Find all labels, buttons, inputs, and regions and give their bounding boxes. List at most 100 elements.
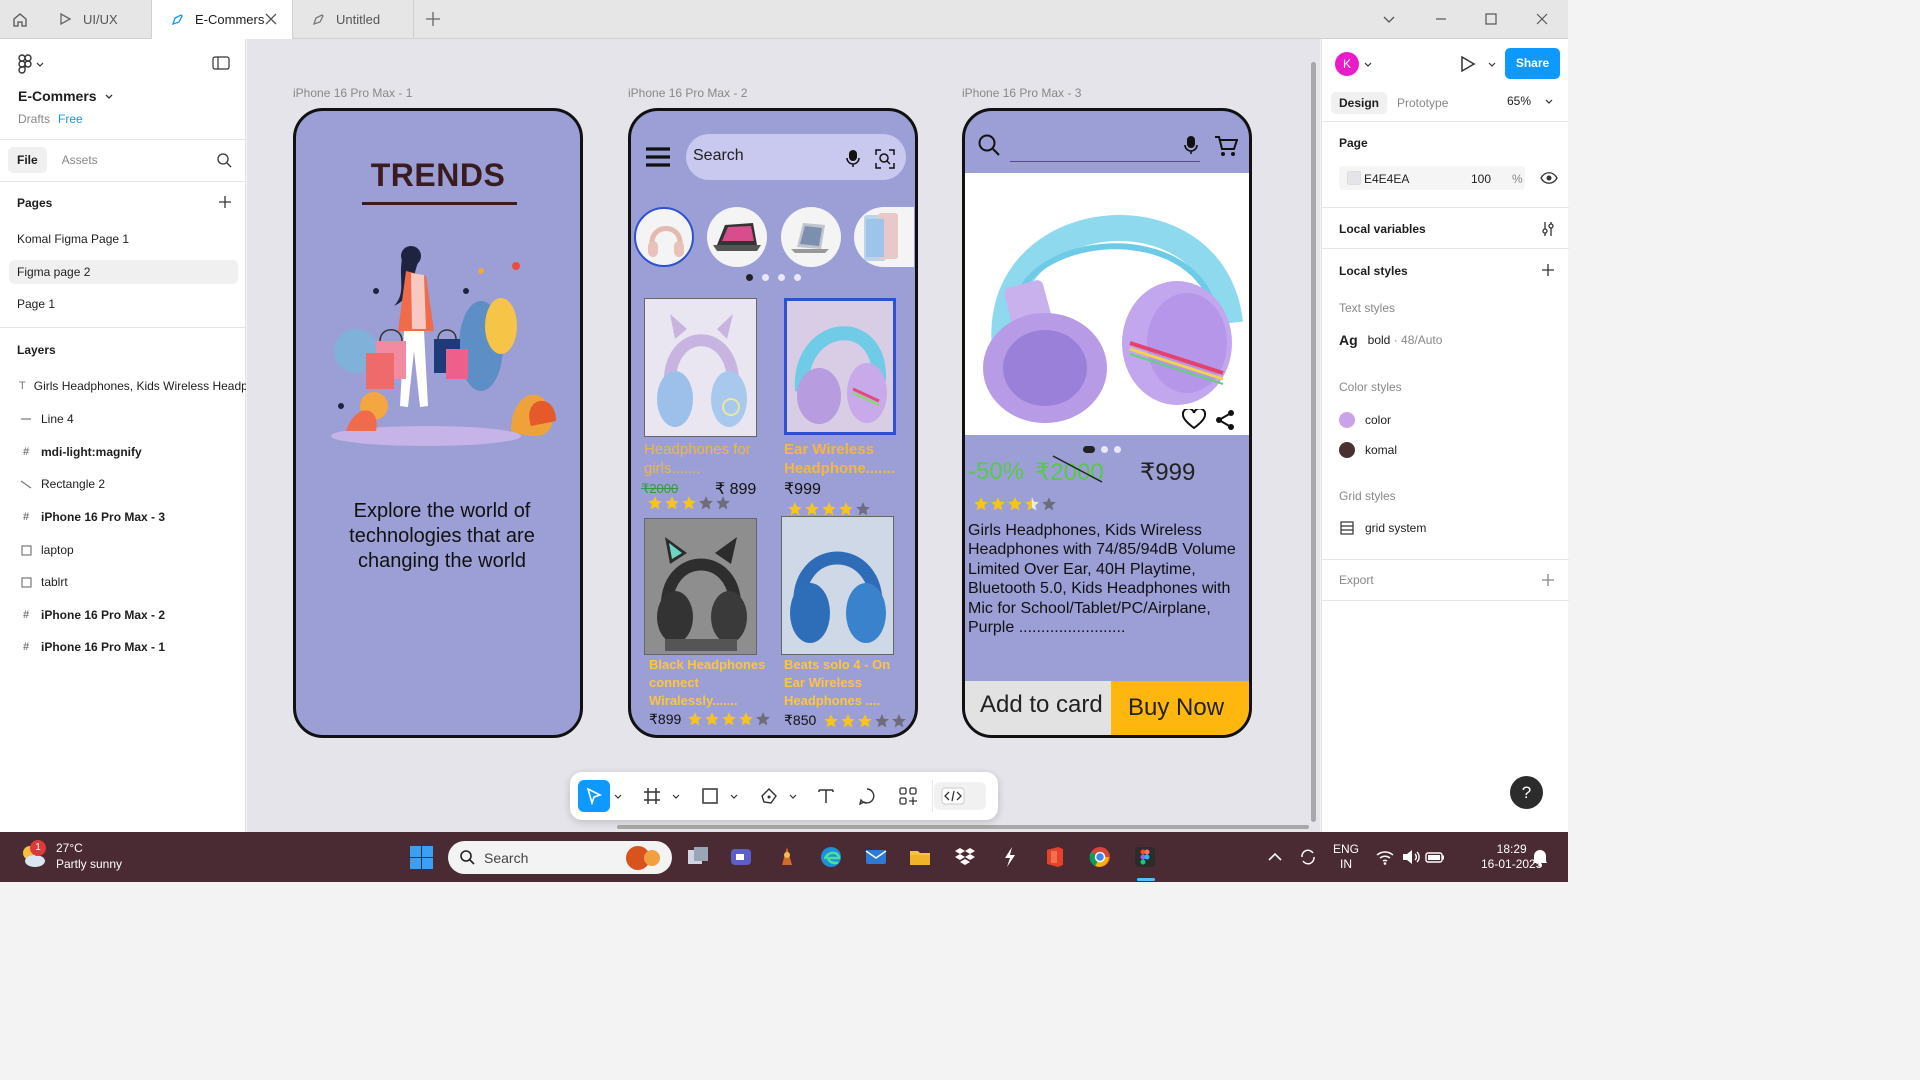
tab-ecommers[interactable]: E-Commers <box>152 0 293 39</box>
present-play-icon[interactable] <box>1460 55 1476 73</box>
sync-icon[interactable] <box>1298 847 1318 867</box>
office-icon[interactable] <box>1043 845 1067 869</box>
taskbar-search[interactable]: Search <box>448 841 672 874</box>
wifi-icon[interactable] <box>1375 847 1395 867</box>
page-color-hex[interactable]: E4E4EA <box>1364 172 1409 186</box>
language-indicator[interactable]: ENG IN <box>1333 842 1359 872</box>
layer-item[interactable]: # iPhone 16 Pro Max - 3 <box>0 504 246 530</box>
layer-item[interactable]: # mdi-light:magnify <box>0 439 246 465</box>
edge-browser-icon[interactable] <box>819 845 843 869</box>
frame-label[interactable]: iPhone 16 Pro Max - 2 <box>628 86 747 100</box>
layer-item[interactable]: tablrt <box>0 569 246 595</box>
actions-tool-button[interactable] <box>896 780 920 812</box>
page-item[interactable]: Page 1 <box>9 292 238 316</box>
video-call-icon[interactable] <box>729 845 753 869</box>
frame-label[interactable]: iPhone 16 Pro Max - 3 <box>962 86 1081 100</box>
vertical-scrollbar[interactable] <box>1311 62 1316 822</box>
color-style-item[interactable]: color <box>1339 412 1391 428</box>
phone-frame-2[interactable]: Search Headphones for girls....... ₹2000… <box>628 108 918 738</box>
weather-widget[interactable]: 1 27°C Partly sunny <box>18 840 122 872</box>
variables-settings-icon[interactable] <box>1541 221 1555 237</box>
color-swatch[interactable] <box>1347 171 1361 185</box>
tab-file[interactable]: File <box>8 147 47 173</box>
home-button[interactable] <box>0 0 40 39</box>
page-opacity[interactable]: 100 <box>1471 172 1491 186</box>
close-icon[interactable] <box>264 12 278 29</box>
phone-frame-3[interactable]: -50% ₹2000 ₹999 Girls Headphones, Kids W… <box>962 108 1252 738</box>
tab-assets[interactable]: Assets <box>53 147 107 173</box>
sidebar-toggle-icon[interactable] <box>212 56 230 75</box>
chrome-icon[interactable] <box>1088 845 1112 869</box>
chevron-down-icon[interactable] <box>1364 60 1372 68</box>
chevron-down-icon[interactable] <box>1381 11 1397 32</box>
notification-bell-icon[interactable] <box>1531 847 1549 867</box>
avatar[interactable]: K <box>1335 52 1359 76</box>
add-style-plus-icon[interactable] <box>1541 263 1555 277</box>
chevron-down-icon[interactable] <box>1545 97 1553 105</box>
frame-tool-button[interactable] <box>640 780 664 812</box>
plan-badge[interactable]: Free <box>58 112 83 126</box>
pen-tool-button[interactable] <box>757 780 781 812</box>
new-tab-plus-icon[interactable] <box>424 10 442 33</box>
frame-label[interactable]: iPhone 16 Pro Max - 1 <box>293 86 412 100</box>
text-style-item[interactable]: Ag bold · 48/Auto <box>1339 332 1442 348</box>
layer-item[interactable]: Line 4 <box>0 406 246 432</box>
add-page-plus-icon[interactable] <box>218 195 232 214</box>
volume-icon[interactable] <box>1401 847 1421 867</box>
tab-untitled[interactable]: Untitled <box>293 0 414 39</box>
chevron-down-icon[interactable] <box>1488 60 1496 68</box>
chevron-up-icon[interactable] <box>1265 847 1285 867</box>
tab-prototype[interactable]: Prototype <box>1389 92 1456 114</box>
layer-item[interactable]: # iPhone 16 Pro Max - 2 <box>0 602 246 628</box>
task-view-icon[interactable] <box>686 845 710 869</box>
mail-icon[interactable] <box>864 845 888 869</box>
chevron-down-icon[interactable] <box>789 780 797 812</box>
battery-icon[interactable] <box>1425 847 1445 867</box>
bolt-app-icon[interactable] <box>998 845 1022 869</box>
page-background-field[interactable]: E4E4EA 100 % <box>1339 166 1525 190</box>
local-variables-title[interactable]: Local variables <box>1339 222 1426 236</box>
search-icon[interactable] <box>216 152 232 173</box>
minimize-icon[interactable] <box>1433 11 1449 32</box>
chevron-down-icon[interactable] <box>730 780 738 812</box>
tab-uiux[interactable]: UI/UX <box>40 0 152 39</box>
move-tool-button[interactable] <box>578 780 610 812</box>
add-export-plus-icon[interactable] <box>1541 573 1555 587</box>
rectangle-tool-button[interactable] <box>698 780 722 812</box>
figma-app-icon[interactable] <box>1133 845 1157 869</box>
design-canvas[interactable]: iPhone 16 Pro Max - 1 iPhone 16 Pro Max … <box>247 39 1320 832</box>
maximize-icon[interactable] <box>1483 11 1499 32</box>
help-button[interactable]: ? <box>1510 776 1543 809</box>
zoom-level[interactable]: 65% <box>1507 94 1531 108</box>
layer-item[interactable]: # iPhone 16 Pro Max - 1 <box>0 634 246 660</box>
dropbox-icon[interactable] <box>953 845 977 869</box>
divider <box>0 181 246 182</box>
project-name[interactable]: E-Commers <box>18 88 113 104</box>
app-wizard-icon[interactable] <box>775 845 799 869</box>
layer-item[interactable]: Rectangle 2 <box>0 471 246 497</box>
layer-item[interactable]: laptop <box>0 537 246 563</box>
phone-frame-1[interactable]: TRENDS Explore the world of technologies… <box>293 108 583 738</box>
page-item[interactable]: Komal Figma Page 1 <box>9 227 238 251</box>
main-menu-button[interactable] <box>18 54 44 74</box>
comment-tool-button[interactable] <box>855 780 879 812</box>
windows-start-icon[interactable] <box>409 845 434 870</box>
eye-icon[interactable] <box>1540 172 1558 184</box>
chevron-down-icon[interactable] <box>614 780 622 812</box>
text-tool-button[interactable] <box>814 780 838 812</box>
export-title[interactable]: Export <box>1339 573 1374 587</box>
color-style-item[interactable]: komal <box>1339 442 1397 458</box>
chevron-down-icon[interactable] <box>672 780 680 812</box>
product-price: ₹850 <box>784 712 817 728</box>
horizontal-scrollbar[interactable] <box>617 825 1309 829</box>
layer-item[interactable]: T Girls Headphones, Kids Wireless Headpho… <box>0 373 246 399</box>
text-style-meta: · 48/Auto <box>1390 333 1443 347</box>
close-window-icon[interactable] <box>1534 11 1550 32</box>
drafts-label[interactable]: Drafts <box>18 112 50 126</box>
page-item-selected[interactable]: Figma page 2 <box>9 260 238 284</box>
share-button[interactable]: Share <box>1505 48 1560 79</box>
dev-mode-toggle[interactable] <box>934 782 986 810</box>
file-explorer-icon[interactable] <box>908 845 932 869</box>
tab-design[interactable]: Design <box>1331 92 1388 114</box>
grid-style-item[interactable]: grid system <box>1339 521 1426 535</box>
